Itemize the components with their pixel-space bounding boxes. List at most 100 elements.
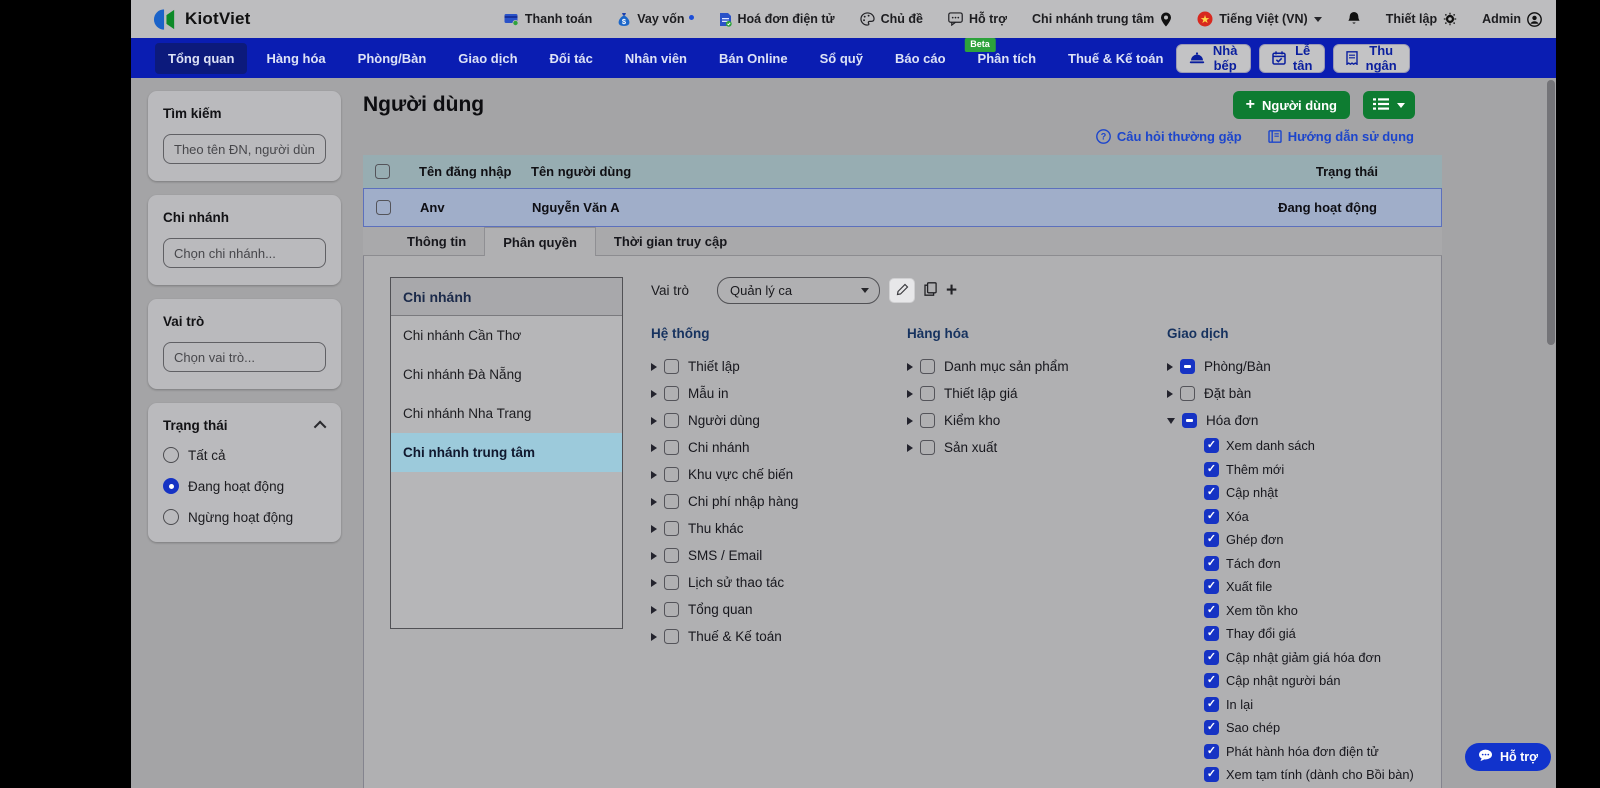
expand-arrow-icon[interactable] [907,417,913,425]
status-option[interactable]: Đang hoạt động [163,478,326,494]
nav-tab-ph-ng-b-n[interactable]: Phòng/Bàn [345,43,440,74]
edit-role-button[interactable] [889,278,915,303]
quick-button-nh-b-p[interactable]: Nhà bếp [1176,44,1251,73]
topbar-item-notifications[interactable] [1347,11,1361,27]
col-status[interactable]: Trạng thái [1242,164,1442,179]
expand-arrow-icon[interactable] [651,606,657,614]
add-role-button[interactable]: + [946,281,957,300]
permission-checkbox[interactable] [920,440,935,455]
permission-checkbox[interactable] [664,359,679,374]
user-row[interactable]: Anv Nguyễn Văn A Đang hoạt động [363,188,1442,227]
expand-arrow-icon[interactable] [651,525,657,533]
permission-checkbox[interactable] [1204,532,1219,547]
expand-arrow-icon[interactable] [1167,390,1173,398]
expand-arrow-icon[interactable] [651,390,657,398]
expand-arrow-icon[interactable] [651,498,657,506]
expand-arrow-icon[interactable] [1167,418,1175,424]
col-fullname[interactable]: Tên người dùng [531,164,1242,179]
nav-tab-giao-d-ch[interactable]: Giao dịch [445,43,530,74]
tab-ph-n-quy-n[interactable]: Phân quyền [484,227,596,256]
expand-arrow-icon[interactable] [651,417,657,425]
quick-button-thu-ng-n[interactable]: Thu ngân [1333,44,1410,73]
permission-checkbox[interactable] [1204,438,1219,453]
help-link-h-ng-d-n-s-d-ng[interactable]: Hướng dẫn sử dụng [1268,129,1414,144]
permission-checkbox[interactable] [1182,413,1197,428]
nav-tab--i-t-c[interactable]: Đối tác [537,43,606,74]
status-option[interactable]: Tất cả [163,447,326,463]
permission-checkbox[interactable] [1204,744,1219,759]
topbar-item-settings[interactable]: Thiết lập [1386,12,1457,26]
topbar-item-ho-tro[interactable]: Hỗ trợBeta [948,12,1007,26]
permission-checkbox[interactable] [1180,386,1195,401]
nav-tab-t-ng-quan[interactable]: Tổng quan [155,43,247,74]
topbar-item-thanh-toan[interactable]: Thanh toán [504,12,592,26]
permission-checkbox[interactable] [664,575,679,590]
topbar-item-vay-von[interactable]: $Vay vốn [617,12,693,27]
row-checkbox[interactable] [376,200,391,215]
expand-arrow-icon[interactable] [907,363,913,371]
permission-checkbox[interactable] [1204,673,1219,688]
permission-checkbox[interactable] [664,413,679,428]
permission-checkbox[interactable] [920,359,935,374]
tab-th-ng-tin[interactable]: Thông tin [389,227,484,255]
expand-arrow-icon[interactable] [651,552,657,560]
permission-checkbox[interactable] [1204,767,1219,782]
branch-filter-select[interactable] [163,238,326,268]
nav-tab-b-o-c-o[interactable]: Báo cáo [882,43,959,74]
col-username[interactable]: Tên đăng nhập [419,164,531,179]
permission-checkbox[interactable] [1204,603,1219,618]
nav-tab-thu-k-to-n[interactable]: Thuế & Kế toán [1055,43,1176,74]
expand-arrow-icon[interactable] [651,633,657,641]
expand-arrow-icon[interactable] [907,390,913,398]
expand-arrow-icon[interactable] [651,444,657,452]
kiotviet-logo[interactable]: KiotViet [153,7,251,32]
expand-arrow-icon[interactable] [651,579,657,587]
scrollbar-thumb[interactable] [1547,80,1555,345]
nav-tab-h-ng-h-a[interactable]: Hàng hóa [253,43,338,74]
topbar-item-admin[interactable]: Admin [1482,12,1542,27]
permission-checkbox[interactable] [1204,556,1219,571]
branch-list-item[interactable]: Chi nhánh Cần Thơ [391,316,622,355]
support-button[interactable]: Hỗ trợ [1465,743,1551,771]
status-option[interactable]: Ngừng hoạt động [163,509,326,525]
permission-checkbox[interactable] [1204,626,1219,641]
expand-arrow-icon[interactable] [651,363,657,371]
scrollbar[interactable] [1547,79,1555,788]
permission-checkbox[interactable] [664,602,679,617]
radio-button[interactable] [163,509,179,525]
select-all-checkbox[interactable] [375,164,390,179]
permission-checkbox[interactable] [1204,697,1219,712]
permission-checkbox[interactable] [664,440,679,455]
permission-checkbox[interactable] [920,413,935,428]
copy-role-button[interactable] [924,282,937,299]
permission-checkbox[interactable] [664,467,679,482]
branch-list-item[interactable]: Chi nhánh Nha Trang [391,394,622,433]
role-filter-select[interactable] [163,342,326,372]
nav-tab-nh-n-vi-n[interactable]: Nhân viên [612,43,700,74]
permission-checkbox[interactable] [1180,359,1195,374]
permission-checkbox[interactable] [920,386,935,401]
topbar-item-chi-nhanh[interactable]: Chi nhánh trung tâm [1032,12,1172,27]
help-link-c-u-h-i-th-ng-g-p[interactable]: ?Câu hỏi thường gặp [1096,129,1242,144]
permission-checkbox[interactable] [1204,579,1219,594]
role-dropdown[interactable]: Quản lý ca [717,277,880,304]
permission-checkbox[interactable] [664,494,679,509]
topbar-item-hoa-don-dien-tu[interactable]: Hoá đơn điện tử [719,12,835,27]
permission-checkbox[interactable] [664,548,679,563]
tab-th-i-gian-truy-c-p[interactable]: Thời gian truy cập [596,227,745,255]
permission-checkbox[interactable] [1204,720,1219,735]
permission-checkbox[interactable] [664,521,679,536]
permission-checkbox[interactable] [664,386,679,401]
radio-button[interactable] [163,478,179,494]
quick-button-l-t-n[interactable]: Lễ tân [1259,44,1326,73]
add-user-button[interactable]: + Người dùng [1233,91,1350,119]
nav-tab-s-qu-[interactable]: Sổ quỹ [807,43,876,74]
permission-checkbox[interactable] [1204,650,1219,665]
expand-arrow-icon[interactable] [1167,363,1173,371]
view-options-button[interactable] [1363,91,1415,119]
branch-list-item[interactable]: Chi nhánh Đà Nẵng [391,355,622,394]
search-input[interactable] [163,134,326,164]
permission-checkbox[interactable] [1204,485,1219,500]
expand-arrow-icon[interactable] [907,444,913,452]
topbar-item-language[interactable]: ★Tiếng Việt (VN) [1197,11,1321,27]
